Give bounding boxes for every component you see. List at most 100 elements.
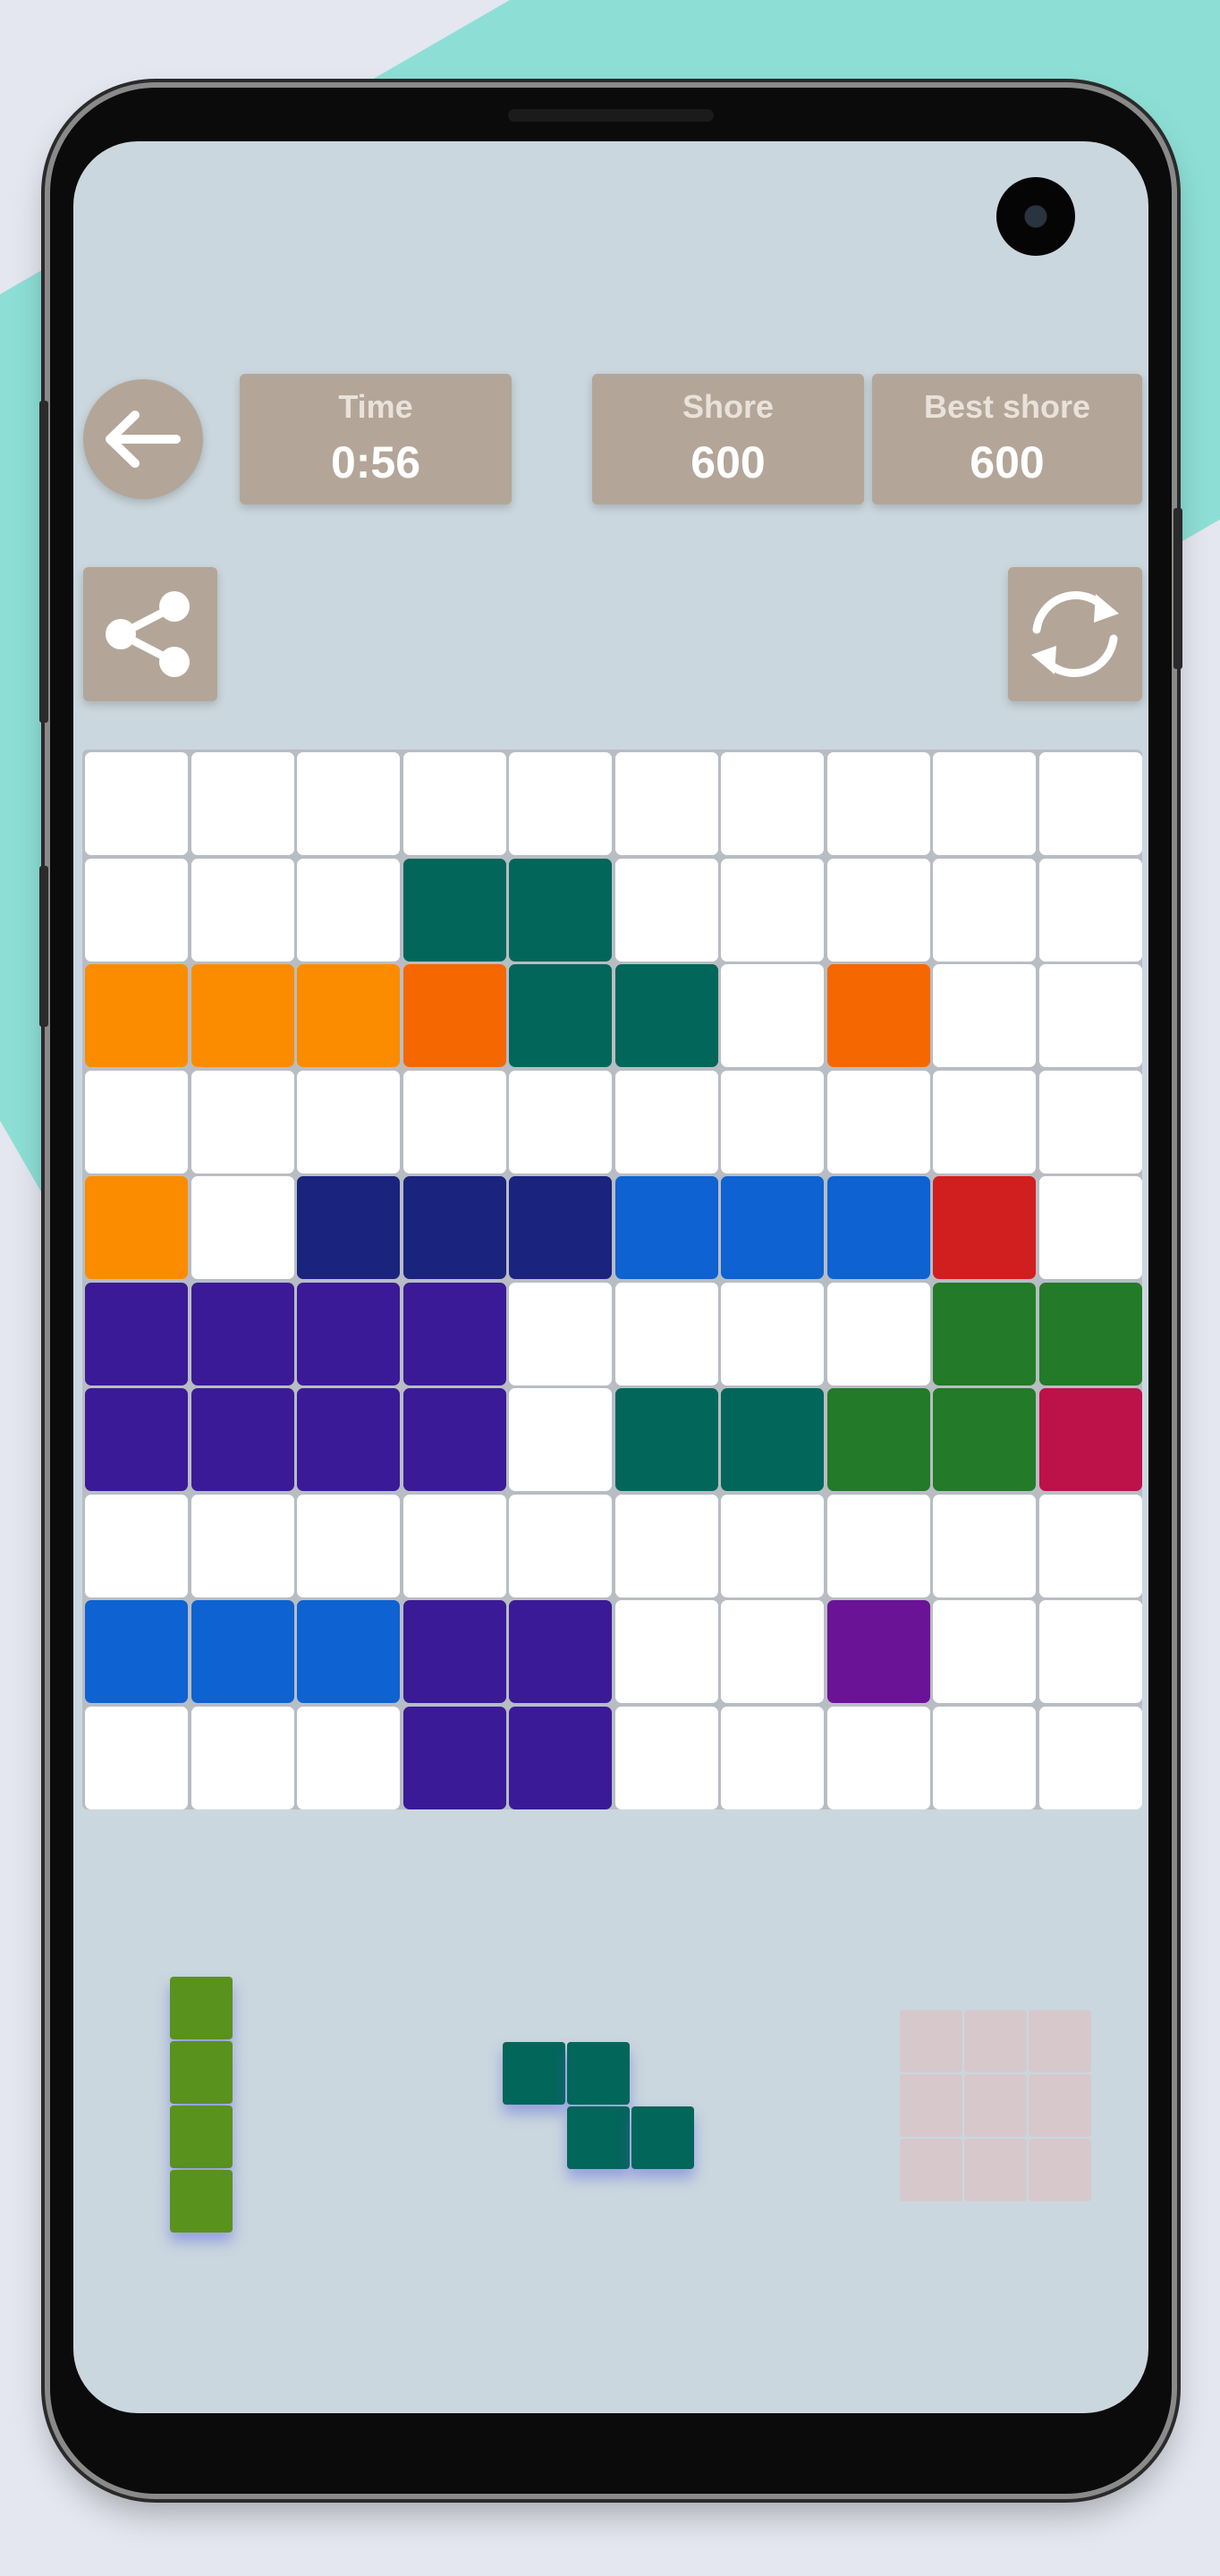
board-cell[interactable] xyxy=(509,1494,612,1597)
board-cell[interactable] xyxy=(933,964,1036,1067)
board-cell[interactable] xyxy=(509,1282,612,1385)
board-cell[interactable] xyxy=(933,1388,1036,1491)
board-cell[interactable] xyxy=(1038,1494,1142,1597)
board-cell[interactable] xyxy=(826,964,930,1067)
board-cell[interactable] xyxy=(1038,858,1142,962)
board-cell[interactable] xyxy=(1038,964,1142,1067)
board-cell[interactable] xyxy=(402,964,506,1067)
board-cell[interactable] xyxy=(721,1706,824,1809)
board-cell[interactable] xyxy=(297,1494,400,1597)
board-cell[interactable] xyxy=(402,1388,506,1491)
board-cell[interactable] xyxy=(826,1600,930,1703)
board-cell[interactable] xyxy=(509,1070,612,1174)
board-cell[interactable] xyxy=(85,1494,188,1597)
board-cell[interactable] xyxy=(721,1388,824,1491)
board-cell[interactable] xyxy=(826,1494,930,1597)
piece-block[interactable] xyxy=(567,2106,630,2169)
board-cell[interactable] xyxy=(614,1282,718,1385)
board-cell[interactable] xyxy=(191,1600,294,1703)
board-cell[interactable] xyxy=(933,858,1036,962)
board-cell[interactable] xyxy=(721,858,824,962)
board-cell[interactable] xyxy=(402,1706,506,1809)
restart-button[interactable] xyxy=(1008,567,1142,701)
board-cell[interactable] xyxy=(1038,1706,1142,1809)
board-cell[interactable] xyxy=(85,1282,188,1385)
piece-block[interactable] xyxy=(170,2170,233,2233)
board-cell[interactable] xyxy=(933,1706,1036,1809)
board-cell[interactable] xyxy=(191,858,294,962)
piece-block[interactable] xyxy=(170,1977,233,2039)
board-cell[interactable] xyxy=(721,1494,824,1597)
board-cell[interactable] xyxy=(297,752,400,855)
board-cell[interactable] xyxy=(614,1706,718,1809)
board-cell[interactable] xyxy=(402,1070,506,1174)
board-cell[interactable] xyxy=(509,1600,612,1703)
board-cell[interactable] xyxy=(402,1176,506,1279)
board-cell[interactable] xyxy=(85,964,188,1067)
board-cell[interactable] xyxy=(297,964,400,1067)
share-button[interactable] xyxy=(83,567,217,701)
board-cell[interactable] xyxy=(1038,1176,1142,1279)
board-cell[interactable] xyxy=(614,1600,718,1703)
board-cell[interactable] xyxy=(1038,752,1142,855)
board-cell[interactable] xyxy=(85,1706,188,1809)
board-cell[interactable] xyxy=(509,858,612,962)
board-cell[interactable] xyxy=(826,858,930,962)
piece-block[interactable] xyxy=(567,2042,630,2105)
board-cell[interactable] xyxy=(297,858,400,962)
board-cell[interactable] xyxy=(191,752,294,855)
board-cell[interactable] xyxy=(509,1706,612,1809)
board-cell[interactable] xyxy=(1038,1070,1142,1174)
board-cell[interactable] xyxy=(402,858,506,962)
board-cell[interactable] xyxy=(826,1070,930,1174)
board-cell[interactable] xyxy=(191,1388,294,1491)
board-cell[interactable] xyxy=(826,1388,930,1491)
board-cell[interactable] xyxy=(933,1176,1036,1279)
board-cell[interactable] xyxy=(191,964,294,1067)
board-cell[interactable] xyxy=(1038,1282,1142,1385)
board-cell[interactable] xyxy=(1038,1600,1142,1703)
board-cell[interactable] xyxy=(402,1282,506,1385)
piece-block[interactable] xyxy=(503,2042,565,2105)
board-cell[interactable] xyxy=(297,1176,400,1279)
board-cell[interactable] xyxy=(297,1600,400,1703)
board-cell[interactable] xyxy=(402,752,506,855)
board-cell[interactable] xyxy=(826,1282,930,1385)
board-cell[interactable] xyxy=(721,964,824,1067)
board-cell[interactable] xyxy=(614,1070,718,1174)
board-cell[interactable] xyxy=(297,1706,400,1809)
board-cell[interactable] xyxy=(933,1070,1036,1174)
board-cell[interactable] xyxy=(191,1282,294,1385)
board-cell[interactable] xyxy=(509,1176,612,1279)
board-cell[interactable] xyxy=(614,1176,718,1279)
board-cell[interactable] xyxy=(933,1282,1036,1385)
board-cell[interactable] xyxy=(614,1388,718,1491)
piece-block[interactable] xyxy=(631,2106,694,2169)
board-cell[interactable] xyxy=(1038,1388,1142,1491)
board-cell[interactable] xyxy=(402,1600,506,1703)
board-cell[interactable] xyxy=(721,1282,824,1385)
board-cell[interactable] xyxy=(826,752,930,855)
back-button[interactable] xyxy=(83,379,203,499)
board-cell[interactable] xyxy=(297,1388,400,1491)
board-cell[interactable] xyxy=(614,1494,718,1597)
game-board[interactable] xyxy=(82,750,1142,1809)
board-cell[interactable] xyxy=(933,1494,1036,1597)
board-cell[interactable] xyxy=(85,1388,188,1491)
board-cell[interactable] xyxy=(191,1494,294,1597)
board-cell[interactable] xyxy=(614,964,718,1067)
board-cell[interactable] xyxy=(191,1706,294,1809)
board-cell[interactable] xyxy=(721,1070,824,1174)
board-cell[interactable] xyxy=(721,1176,824,1279)
board-cell[interactable] xyxy=(721,1600,824,1703)
piece-block[interactable] xyxy=(170,2106,233,2168)
board-cell[interactable] xyxy=(721,752,824,855)
board-cell[interactable] xyxy=(509,1388,612,1491)
board-cell[interactable] xyxy=(85,752,188,855)
board-cell[interactable] xyxy=(402,1494,506,1597)
board-cell[interactable] xyxy=(85,1600,188,1703)
board-cell[interactable] xyxy=(614,858,718,962)
board-cell[interactable] xyxy=(826,1706,930,1809)
board-cell[interactable] xyxy=(85,858,188,962)
board-cell[interactable] xyxy=(297,1070,400,1174)
